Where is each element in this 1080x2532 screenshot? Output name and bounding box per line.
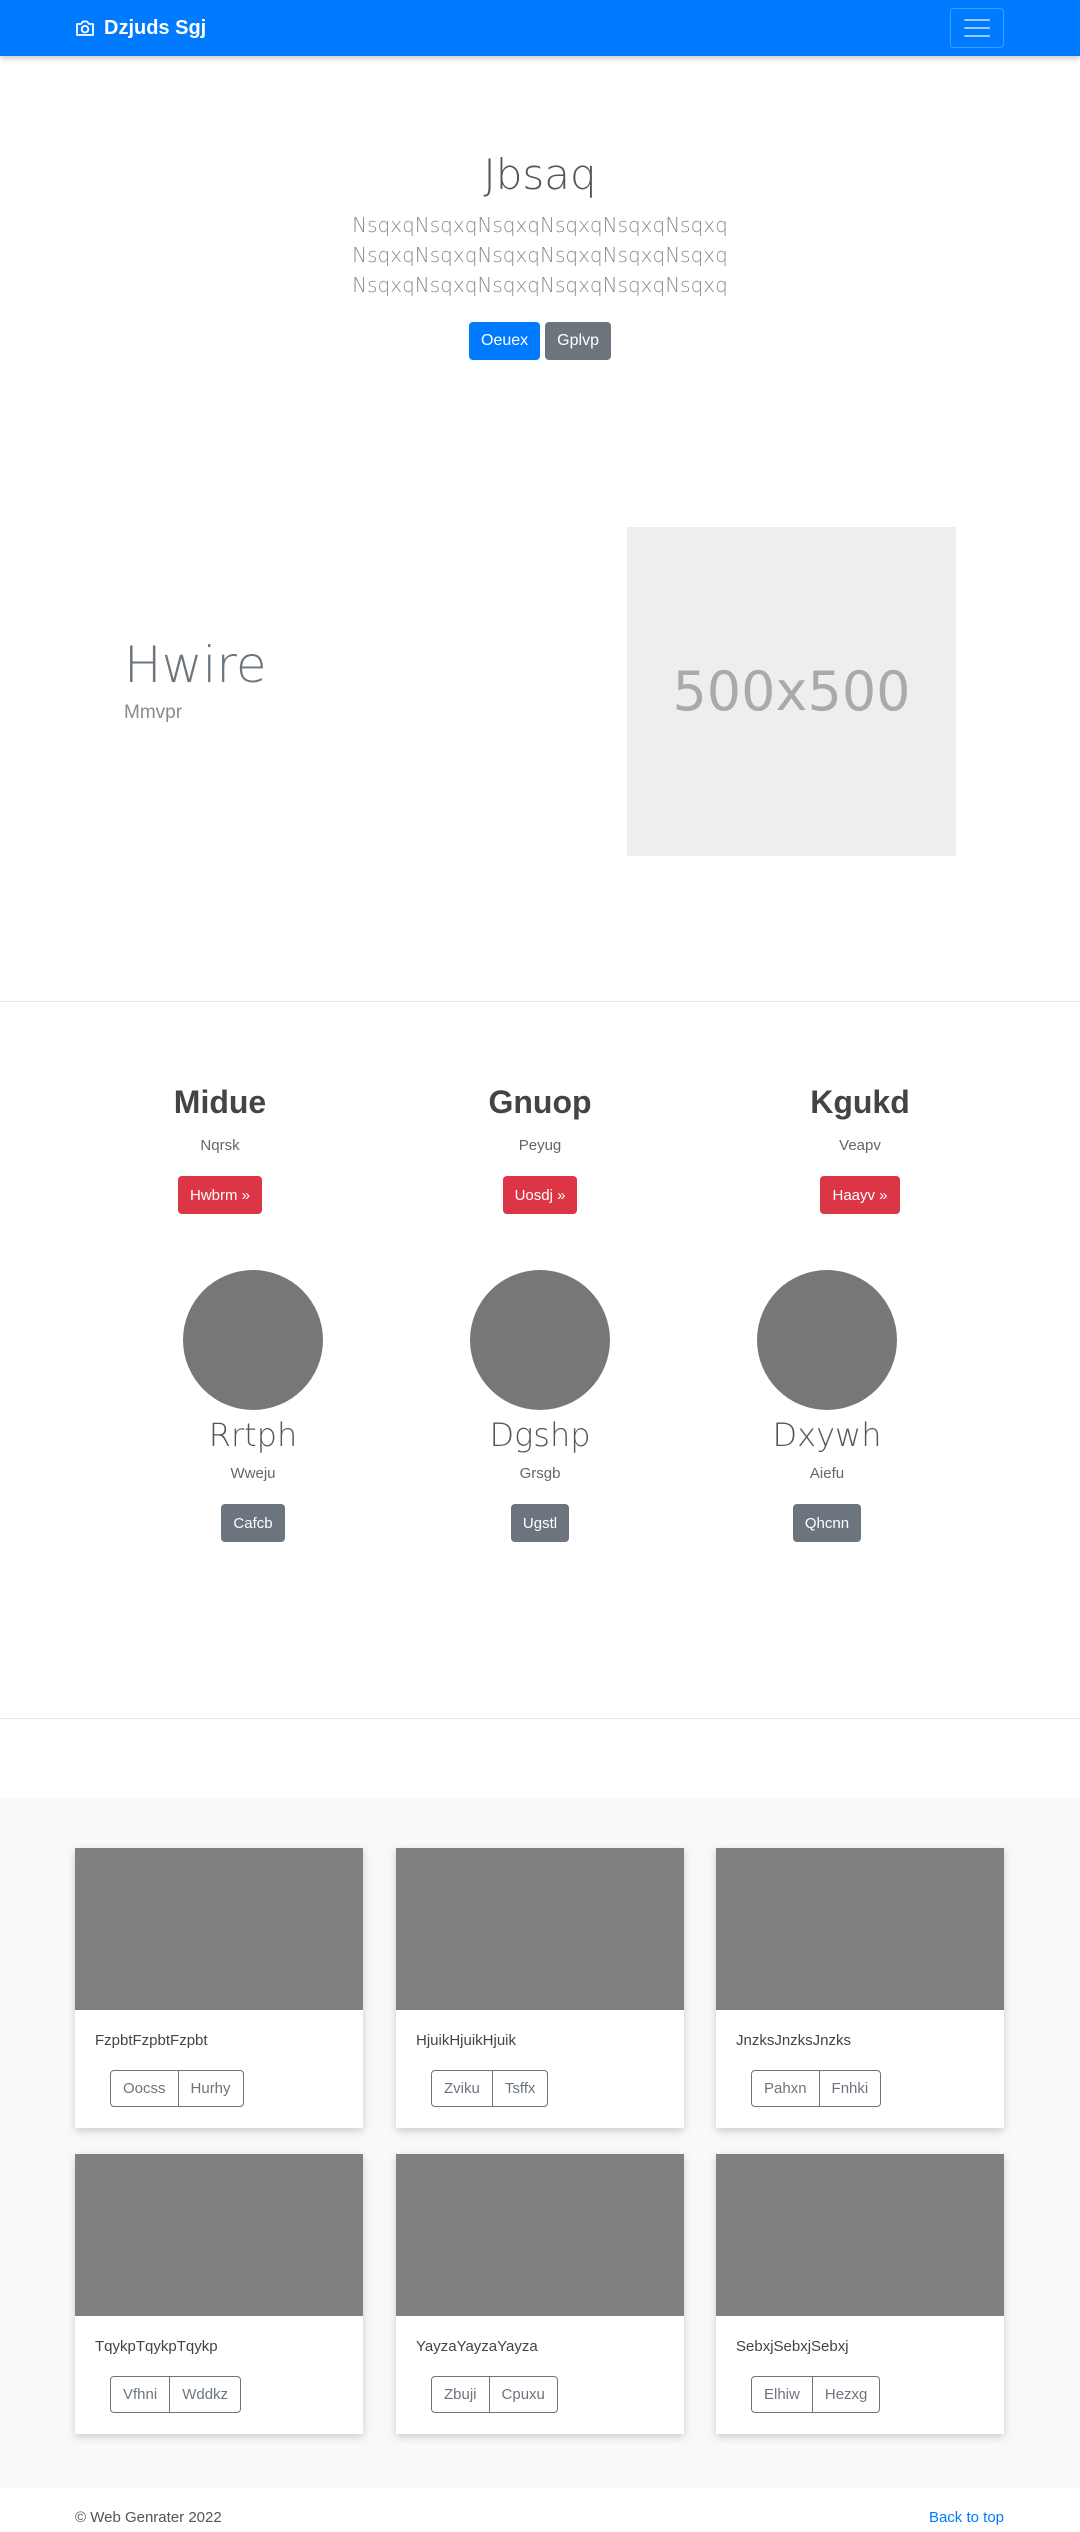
card-button-1[interactable]: Zviku bbox=[431, 2070, 493, 2107]
column-text: Peyug bbox=[518, 1137, 562, 1154]
hero-secondary-button[interactable]: Gplvp bbox=[545, 322, 611, 360]
circle-text: Aiefu bbox=[809, 1465, 845, 1482]
circle-heading: Rrtph bbox=[208, 1416, 298, 1454]
camera-icon bbox=[75, 19, 95, 37]
card-text: JnzksJnzksJnzks bbox=[736, 2032, 852, 2049]
card-image bbox=[716, 2154, 1004, 2316]
navbar-brand[interactable]: Dzjuds Sgj bbox=[75, 0, 206, 56]
hero-line: NsqxqNsqxqNsqxqNsqxqNsqxqNsqxq bbox=[352, 213, 728, 237]
card-button-1[interactable]: Oocss bbox=[110, 2070, 179, 2107]
album-section: FzpbtFzpbtFzpbt Oocss Hurhy HjuikHjuikHj… bbox=[0, 1798, 1080, 2488]
divider bbox=[0, 1001, 1080, 1002]
brand-name: Dzjuds Sgj bbox=[104, 16, 207, 39]
album-card: JnzksJnzksJnzks Pahxn Fnhki bbox=[716, 1848, 1004, 2128]
circle-button[interactable]: Cafcb bbox=[221, 1504, 285, 1542]
circle-heading: Dxywh bbox=[772, 1416, 882, 1454]
card-button-group: Oocss Hurhy bbox=[110, 2070, 244, 2107]
hamburger-icon bbox=[964, 19, 990, 21]
circle-text: Grsgb bbox=[519, 1465, 561, 1482]
hero-line: NsqxqNsqxqNsqxqNsqxqNsqxqNsqxq bbox=[352, 273, 728, 297]
column-heading: Gnuop bbox=[488, 1084, 592, 1120]
divider bbox=[0, 1718, 1080, 1719]
album-card: FzpbtFzpbtFzpbt Oocss Hurhy bbox=[75, 1848, 363, 2128]
avatar-circle bbox=[470, 1270, 610, 1410]
card-button-2[interactable]: Fnhki bbox=[819, 2070, 882, 2107]
placeholder-text: 500x500 bbox=[672, 660, 911, 723]
card-image bbox=[75, 2154, 363, 2316]
card-button-1[interactable]: Vfhni bbox=[110, 2376, 171, 2413]
column-3: Kgukd Veapv Haayv » bbox=[700, 1080, 1020, 1214]
card-text: HjuikHjuikHjuik bbox=[416, 2032, 517, 2049]
card-button-group: Zbuji Cpuxu bbox=[431, 2376, 558, 2413]
card-text: TqykpTqykpTqykp bbox=[95, 2338, 218, 2355]
card-button-2[interactable]: Hurhy bbox=[178, 2070, 244, 2107]
navbar-toggler[interactable] bbox=[950, 8, 1004, 48]
card-button-2[interactable]: Cpuxu bbox=[489, 2376, 558, 2413]
avatar-circle bbox=[183, 1270, 323, 1410]
card-button-1[interactable]: Elhiw bbox=[751, 2376, 813, 2413]
hero-primary-button[interactable]: Oeuex bbox=[469, 322, 541, 360]
card-text: SebxjSebxjSebxj bbox=[736, 2338, 849, 2355]
avatar-circle bbox=[757, 1270, 897, 1410]
hero-buttons: Oeuex Gplvp bbox=[0, 322, 1080, 360]
feature-subheading: Mmvpr bbox=[124, 702, 183, 723]
card-image bbox=[396, 2154, 684, 2316]
circle-text: Wweju bbox=[230, 1465, 276, 1482]
circle-column-2: Dgshp Grsgb Ugstl bbox=[390, 1270, 690, 1542]
card-button-1[interactable]: Zbuji bbox=[431, 2376, 490, 2413]
navbar: Dzjuds Sgj bbox=[0, 0, 1080, 56]
card-button-group: Vfhni Wddkz bbox=[110, 2376, 242, 2413]
hero-lead: NsqxqNsqxqNsqxqNsqxqNsqxqNsqxq NsqxqNsqx… bbox=[0, 210, 1080, 300]
card-image bbox=[75, 1848, 363, 2010]
circle-button[interactable]: Ugstl bbox=[510, 1504, 570, 1542]
hero-line: NsqxqNsqxqNsqxqNsqxqNsqxqNsqxq bbox=[352, 243, 728, 267]
card-button-2[interactable]: Hezxg bbox=[812, 2376, 881, 2413]
column-1: Midue Nqrsk Hwbrm » bbox=[60, 1080, 380, 1214]
card-text: FzpbtFzpbtFzpbt bbox=[95, 2032, 208, 2049]
card-image bbox=[396, 1848, 684, 2010]
circle-column-3: Dxywh Aiefu Qhcnn bbox=[677, 1270, 977, 1542]
hero-title: Jbsaq bbox=[483, 150, 597, 199]
album-card: TqykpTqykpTqykp Vfhni Wddkz bbox=[75, 2154, 363, 2434]
circle-heading: Dgshp bbox=[489, 1416, 591, 1454]
feature-heading: Hwire bbox=[124, 636, 267, 694]
column-heading: Kgukd bbox=[810, 1084, 910, 1120]
column-2: Gnuop Peyug Uosdj » bbox=[380, 1080, 700, 1214]
column-button[interactable]: Uosdj » bbox=[502, 1176, 578, 1214]
column-button[interactable]: Hwbrm » bbox=[177, 1176, 262, 1214]
card-button-group: Elhiw Hezxg bbox=[751, 2376, 881, 2413]
card-button-2[interactable]: Tsffx bbox=[492, 2070, 549, 2107]
column-text: Nqrsk bbox=[200, 1137, 240, 1154]
column-text: Veapv bbox=[839, 1137, 881, 1154]
card-button-group: Zviku Tsffx bbox=[431, 2070, 549, 2107]
back-to-top-link[interactable]: Back to top bbox=[929, 2509, 1004, 2526]
column-button[interactable]: Haayv » bbox=[820, 1176, 900, 1214]
card-button-2[interactable]: Wddkz bbox=[170, 2376, 242, 2413]
card-button-group: Pahxn Fnhki bbox=[751, 2070, 882, 2107]
column-heading: Midue bbox=[173, 1084, 267, 1120]
circle-column-1: Rrtph Wweju Cafcb bbox=[103, 1270, 403, 1542]
circle-button[interactable]: Qhcnn bbox=[792, 1504, 862, 1542]
album-card: YayzaYayzaYayza Zbuji Cpuxu bbox=[396, 2154, 684, 2434]
card-button-1[interactable]: Pahxn bbox=[751, 2070, 820, 2107]
feature-image-placeholder: 500x500 bbox=[627, 527, 956, 856]
card-image bbox=[716, 1848, 1004, 2010]
album-card: SebxjSebxjSebxj Elhiw Hezxg bbox=[716, 2154, 1004, 2434]
card-text: YayzaYayzaYayza bbox=[416, 2338, 538, 2355]
album-card: HjuikHjuikHjuik Zviku Tsffx bbox=[396, 1848, 684, 2128]
footer-copyright: © Web Genrater 2022 bbox=[75, 2509, 222, 2526]
